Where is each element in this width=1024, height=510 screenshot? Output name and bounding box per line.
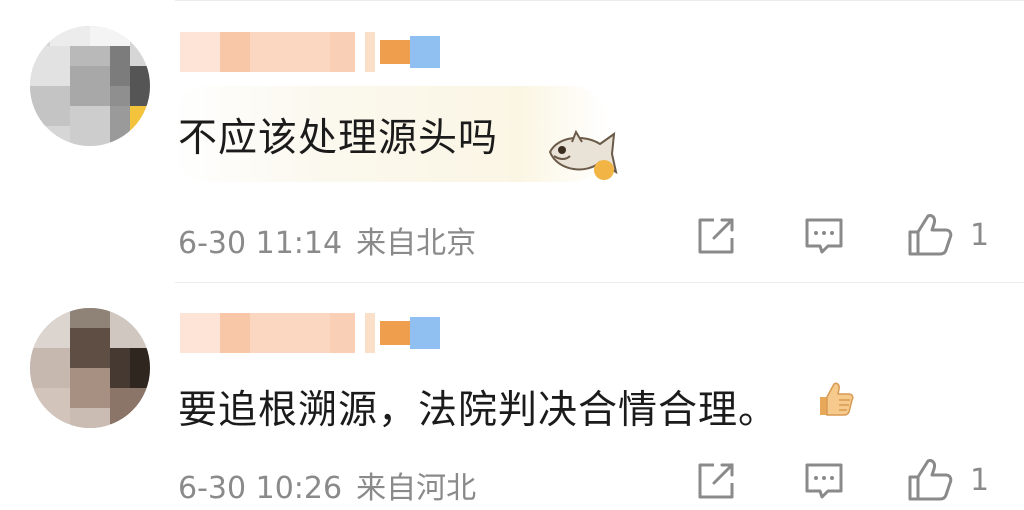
fish-emoji xyxy=(548,129,618,180)
like-icon[interactable] xyxy=(906,455,954,503)
username-blurred[interactable] xyxy=(180,313,440,353)
like-count: 1 xyxy=(970,218,990,253)
comment-item: 不应该处理源头吗 6-30 11:14 来自北京 1 xyxy=(0,0,1024,282)
comment-text: 要追根溯源，法院判决合情合理。 xyxy=(178,388,779,433)
share-icon[interactable] xyxy=(694,214,738,258)
comment-location: 来自河北 xyxy=(356,471,477,506)
avatar[interactable] xyxy=(30,26,150,146)
comment-location: 来自北京 xyxy=(356,226,477,261)
like-count: 1 xyxy=(970,463,990,498)
comment-icon[interactable] xyxy=(802,214,846,258)
share-icon[interactable] xyxy=(694,459,738,503)
comment-meta: 6-30 11:14 来自北京 xyxy=(178,218,490,262)
username-blurred[interactable] xyxy=(180,32,440,72)
avatar[interactable] xyxy=(30,308,150,428)
comment-meta: 6-30 10:26 来自河北 xyxy=(178,463,490,507)
comment-text: 不应该处理源头吗 xyxy=(178,116,499,161)
comment-time: 6-30 11:14 xyxy=(178,226,343,261)
comment-item: 要追根溯源，法院判决合情合理。 6-30 10:26 来自河北 1 xyxy=(0,283,1024,510)
thumbs-up-emoji xyxy=(820,382,854,416)
comment-icon[interactable] xyxy=(802,459,846,503)
comment-time: 6-30 10:26 xyxy=(178,471,343,506)
like-icon[interactable] xyxy=(906,210,954,258)
